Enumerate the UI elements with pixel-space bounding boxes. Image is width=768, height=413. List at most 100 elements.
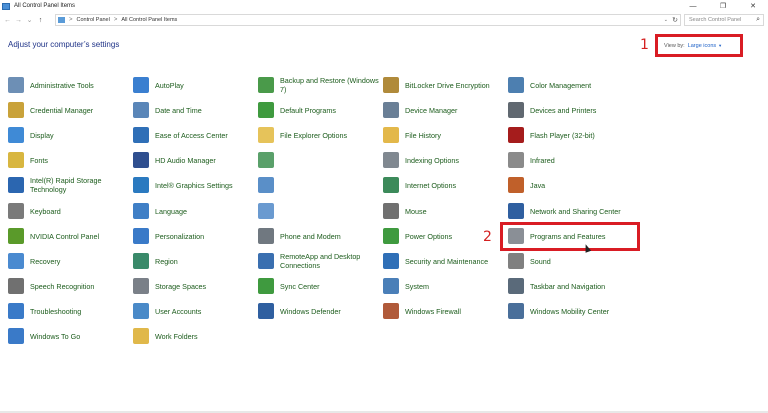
navigation-bar: ← → ⌄ ↑ > Control Panel > All Control Pa… — [0, 12, 768, 28]
region-icon — [133, 253, 149, 269]
control-panel-item[interactable]: User Accounts — [133, 300, 201, 322]
control-panel-item[interactable] — [258, 149, 280, 171]
control-panel-item-label: BitLocker Drive Encryption — [405, 80, 490, 90]
control-panel-item[interactable]: Storage Spaces — [133, 275, 206, 297]
control-panel-item[interactable]: Backup and Restore (Windows 7) — [258, 74, 380, 96]
intel-graphics-icon — [133, 177, 149, 193]
control-panel-item[interactable]: BitLocker Drive Encryption — [383, 74, 490, 96]
control-panel-item-label: User Accounts — [155, 306, 202, 316]
control-panel-item-label: Keyboard — [30, 206, 61, 216]
up-arrow-icon[interactable]: ↑ — [35, 17, 46, 24]
control-panel-item[interactable]: Windows Mobility Center — [508, 300, 609, 322]
control-panel-item[interactable]: Color Management — [508, 74, 591, 96]
back-arrow-icon[interactable]: ← — [2, 17, 13, 24]
control-panel-item[interactable]: Date and Time — [133, 99, 202, 121]
breadcrumb-control-panel[interactable]: Control Panel — [77, 17, 110, 23]
control-panel-item[interactable]: Infrared — [508, 149, 555, 171]
recent-locations-icon[interactable]: ⌄ — [24, 16, 35, 24]
control-panel-item[interactable]: Troubleshooting — [8, 300, 81, 322]
chevron-down-icon[interactable]: ▼ — [718, 43, 722, 48]
device-manager-icon — [383, 102, 399, 118]
search-input[interactable]: Search Control Panel ⌕ — [684, 14, 764, 26]
breadcrumb-separator: > — [113, 17, 118, 23]
control-panel-item-label: Device Manager — [405, 105, 458, 115]
control-panel-item[interactable]: Credential Manager — [8, 99, 93, 121]
control-panel-item[interactable]: Default Programs — [258, 99, 336, 121]
control-panel-item[interactable]: Display — [8, 124, 54, 146]
control-panel-item-label: Taskbar and Navigation — [530, 281, 606, 291]
control-panel-item-label: Fonts — [30, 155, 48, 165]
control-panel-item[interactable]: File Explorer Options — [258, 124, 347, 146]
control-panel-item[interactable]: Windows To Go — [8, 325, 80, 347]
control-panel-item-label: NVIDIA Control Panel — [30, 231, 100, 241]
control-panel-item[interactable]: Device Manager — [383, 99, 457, 121]
control-panel-item[interactable]: Intel® Graphics Settings — [133, 174, 233, 196]
view-by-dropdown[interactable]: Large icons — [688, 43, 716, 49]
control-panel-item[interactable]: File History — [383, 124, 441, 146]
maximize-button[interactable]: ❐ — [708, 0, 738, 12]
control-panel-item[interactable]: Java — [508, 174, 545, 196]
control-panel-item[interactable]: RemoteApp and Desktop Connections — [258, 250, 380, 272]
control-panel-item[interactable]: Indexing Options — [383, 149, 459, 171]
control-panel-item[interactable]: Windows Defender — [258, 300, 341, 322]
control-panel-item[interactable]: Intel(R) Rapid Storage Technology — [8, 174, 130, 196]
control-panel-item[interactable]: Security and Maintenance — [383, 250, 488, 272]
control-panel-item-label: Flash Player (32-bit) — [530, 130, 595, 140]
control-panel-item[interactable]: Sound — [508, 250, 551, 272]
breadcrumb-all-items[interactable]: All Control Panel Items — [121, 17, 177, 23]
control-panel-item[interactable]: Ease of Access Center — [133, 124, 228, 146]
printer-icon — [508, 102, 524, 118]
control-panel-item[interactable]: Power Options — [383, 225, 452, 247]
control-panel-item[interactable]: Windows Firewall — [383, 300, 461, 322]
control-panel-item[interactable]: Taskbar and Navigation — [508, 275, 605, 297]
control-panel-item[interactable]: System — [383, 275, 429, 297]
backup-icon — [258, 77, 274, 93]
search-placeholder: Search Control Panel — [689, 17, 742, 23]
personalization-icon — [133, 228, 149, 244]
control-panel-item[interactable]: Administrative Tools — [8, 74, 94, 96]
control-panel-item[interactable]: Mouse — [383, 200, 427, 222]
control-panel-item[interactable]: Phone and Modem — [258, 225, 341, 247]
window-title: All Control Panel Items — [14, 3, 76, 9]
control-panel-icon — [2, 2, 10, 10]
control-panel-item[interactable]: Recovery — [8, 250, 60, 272]
control-panel-item[interactable]: Devices and Printers — [508, 99, 596, 121]
control-panel-item-label: Windows Defender — [280, 306, 341, 316]
close-button[interactable]: ✕ — [738, 0, 768, 12]
search-icon[interactable]: ⌕ — [756, 16, 760, 24]
control-panel-item-label: Java — [530, 180, 546, 190]
control-panel-item[interactable]: Work Folders — [133, 325, 198, 347]
internet-options-icon — [383, 177, 399, 193]
control-panel-item[interactable] — [258, 200, 280, 222]
control-panel-item[interactable]: Keyboard — [8, 200, 61, 222]
keyboard-icon — [8, 203, 24, 219]
control-panel-item[interactable]: Speech Recognition — [8, 275, 94, 297]
view-by-label: View by: — [664, 42, 685, 49]
control-panel-item[interactable] — [258, 174, 280, 196]
control-panel-item-label: Default Programs — [280, 105, 336, 115]
control-panel-item[interactable]: Flash Player (32-bit) — [508, 124, 595, 146]
control-panel-item[interactable]: Sync Center — [258, 275, 320, 297]
control-panel-item[interactable]: Internet Options — [383, 174, 456, 196]
control-panel-item[interactable]: NVIDIA Control Panel — [8, 225, 99, 247]
address-bar[interactable]: > Control Panel > All Control Panel Item… — [55, 14, 681, 26]
control-panel-icon — [58, 17, 65, 23]
control-panel-item[interactable]: Region — [133, 250, 178, 272]
control-panel-item-label: Intel(R) Rapid Storage Technology — [30, 176, 102, 194]
forward-arrow-icon[interactable]: → — [13, 17, 24, 24]
control-panel-item[interactable]: AutoPlay — [133, 74, 184, 96]
control-panel-item[interactable]: Network and Sharing Center — [508, 200, 621, 222]
control-panel-item-label: RemoteApp and Desktop Connections — [280, 252, 361, 270]
refresh-icon[interactable]: ↻ — [672, 16, 678, 24]
page-title: Adjust your computer’s settings — [8, 40, 120, 49]
firewall-icon — [383, 303, 399, 319]
sync-icon — [258, 278, 274, 294]
control-panel-item-label: Sound — [530, 256, 551, 266]
control-panel-item[interactable]: HD Audio Manager — [133, 149, 216, 171]
minimize-button[interactable]: — — [678, 0, 708, 12]
control-panel-item[interactable]: Language — [133, 200, 187, 222]
control-panel-item[interactable]: Personalization — [133, 225, 204, 247]
address-dropdown-icon[interactable]: ⌄ — [664, 17, 668, 23]
autoplay-icon — [133, 77, 149, 93]
control-panel-item[interactable]: Fonts — [8, 149, 48, 171]
